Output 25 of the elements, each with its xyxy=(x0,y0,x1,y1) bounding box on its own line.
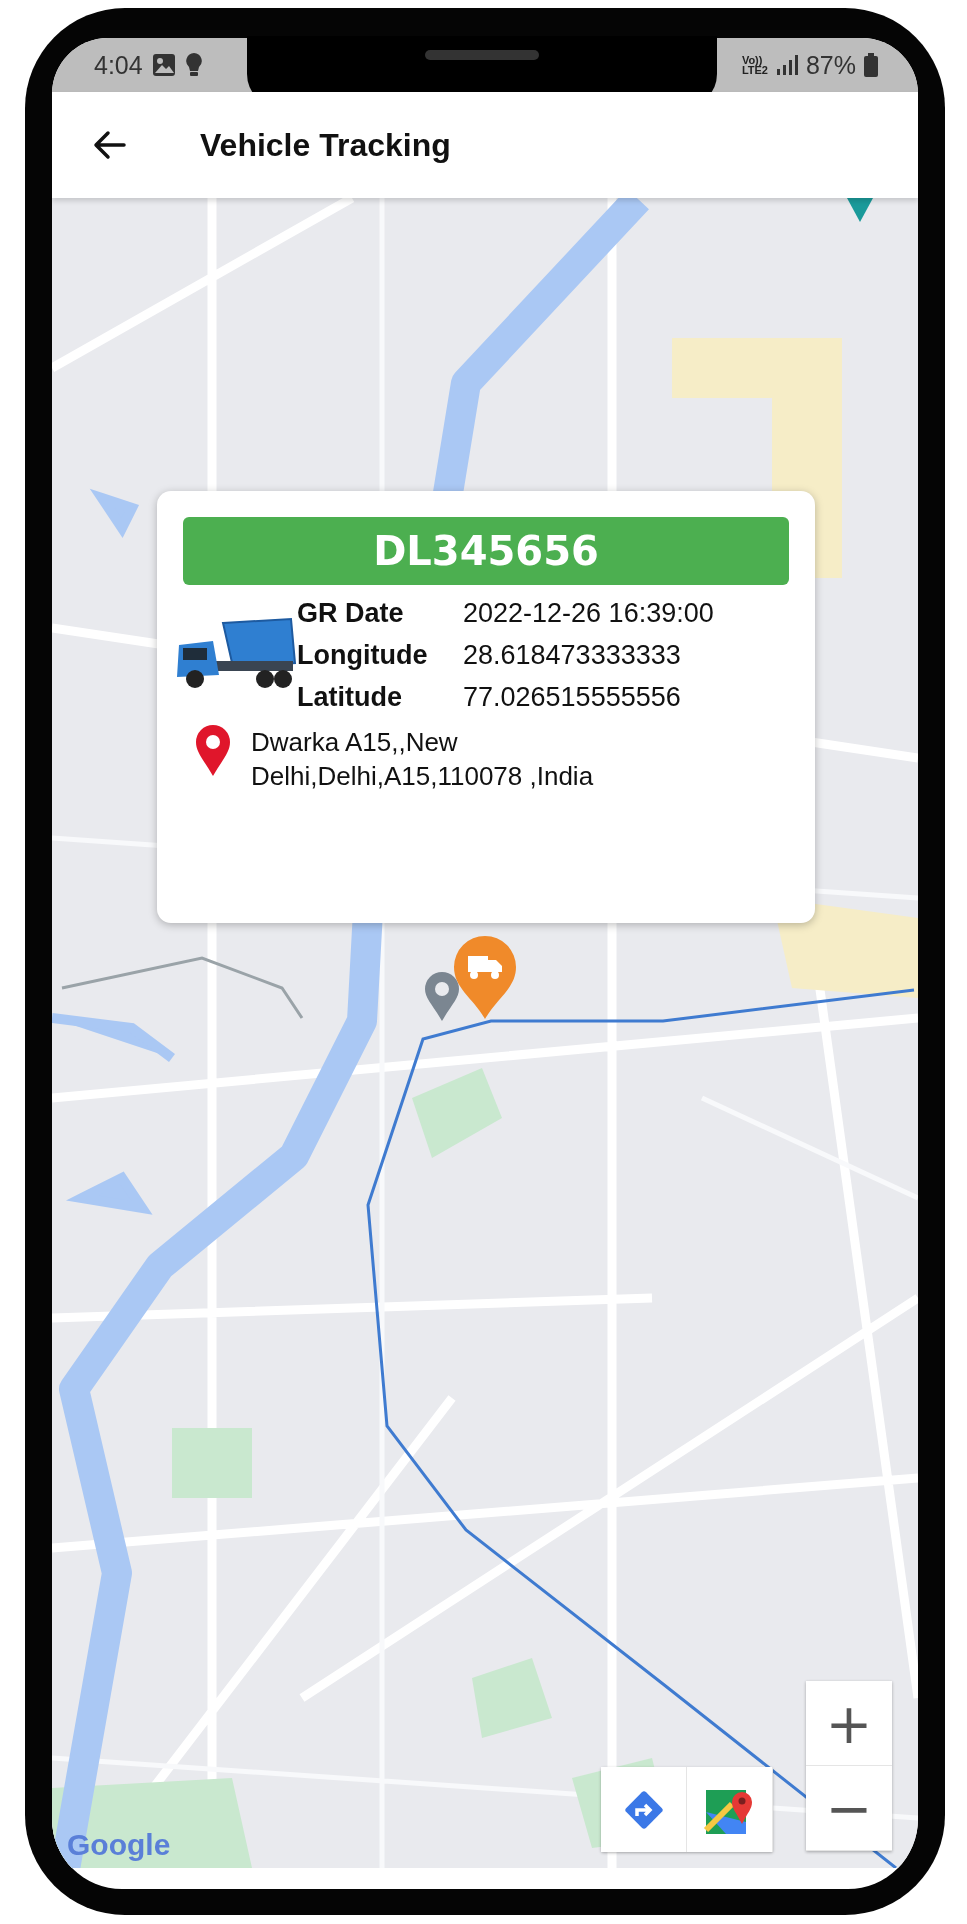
screen-title: Vehicle Tracking xyxy=(200,126,451,164)
volte-label: Vo)) xyxy=(741,55,764,65)
signal-icon xyxy=(775,54,798,76)
field-value: 2022-12-26 16:39:00 xyxy=(463,597,714,630)
image-icon xyxy=(150,52,177,78)
map-attribution: Google xyxy=(67,1828,171,1862)
directions-button[interactable] xyxy=(601,1767,687,1852)
location-pin-icon xyxy=(195,725,231,777)
zoom-out-button[interactable]: − xyxy=(806,1766,892,1851)
field-value: 77.026515555556 xyxy=(463,681,682,714)
battery-percent: 87% xyxy=(805,50,856,80)
field-label: GR Date xyxy=(297,597,405,630)
open-in-maps-button[interactable] xyxy=(687,1767,773,1852)
map-pin-icon[interactable] xyxy=(424,972,460,1022)
address-text: Dwarka A15,,New Delhi,Delhi,A15,110078 ,India xyxy=(251,726,595,793)
bulb-icon xyxy=(184,52,203,78)
truck-marker-icon[interactable] xyxy=(453,936,517,1020)
battery-icon xyxy=(864,53,878,77)
network-label: LTE2 xyxy=(741,65,768,75)
clock-time: 4:04 xyxy=(94,50,143,80)
field-value: 28.618473333333 xyxy=(463,639,682,672)
field-label: Longitude xyxy=(297,639,429,672)
zoom-in-button[interactable]: + xyxy=(806,1681,892,1766)
vehicle-number-banner: DL345656 xyxy=(183,517,789,585)
field-label: Latitude xyxy=(297,681,403,714)
